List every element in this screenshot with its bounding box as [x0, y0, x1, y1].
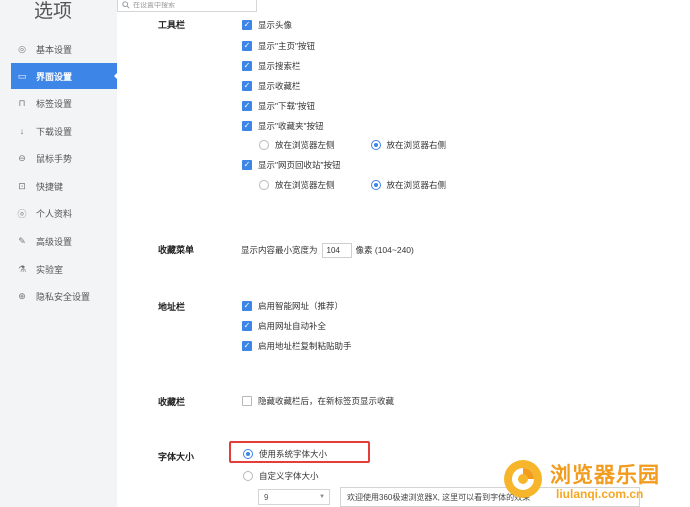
section-favbar-label: 收藏栏 — [158, 397, 186, 407]
checkbox-address-row[interactable]: ✓ 启用智能网址（推荐） — [242, 299, 343, 313]
checkbox-toolbar-option[interactable]: ✓ — [242, 81, 252, 91]
sidebar-item-label: 实验室 — [36, 264, 64, 275]
checkbox-favbar-row[interactable]: 隐藏收藏栏后，在新标签页显示收藏 — [242, 394, 394, 408]
fav-menu-prefix: 显示内容最小宽度为 — [241, 245, 318, 255]
custom-font-label: 自定义字体大小 — [259, 471, 319, 481]
toolbar-option-label: 显示"收藏夹"按钮 — [258, 121, 324, 131]
sidebar-item-8[interactable]: ⚗ 实验室 — [11, 256, 117, 282]
fav-position-group: 放在浏览器左侧 放在浏览器右侧 — [259, 138, 446, 152]
mouse-icon: ⊖ — [18, 152, 26, 163]
checkbox-toolbar-row[interactable]: ✓ 显示"收藏夹"按钮 — [242, 119, 324, 133]
toolbar-option-label: 显示"下载"按钮 — [258, 101, 316, 111]
checkbox-toolbar-option[interactable]: ✓ — [242, 41, 252, 51]
sidebar-item-2[interactable]: ⊓ 标签设置 — [11, 90, 117, 116]
checkbox-favbar[interactable] — [242, 396, 252, 406]
sidebar-item-0[interactable]: ◎ 基本设置 — [11, 36, 117, 62]
checkbox-toolbar-row[interactable]: ✓ 显示收藏栏 — [242, 79, 301, 93]
radio-fav-left[interactable] — [259, 140, 269, 150]
search-icon — [122, 0, 130, 11]
sidebar-item-label: 鼠标手势 — [36, 153, 73, 164]
watermark: 浏览器乐园 liulanqi.com.cn — [502, 456, 690, 506]
fav-menu-suffix: 像素 (104~240) — [355, 245, 414, 255]
search-input[interactable] — [133, 2, 243, 9]
user-icon: ⓞ — [17, 208, 27, 219]
sidebar-item-label: 标签设置 — [36, 98, 73, 109]
checkbox-toolbar-row[interactable]: ✓ 显示"下载"按钮 — [242, 99, 315, 113]
keyboard-icon: ⊡ — [18, 180, 26, 191]
address-option-label: 启用地址栏复制粘贴助手 — [258, 341, 352, 351]
options-title: 选项 — [34, 1, 73, 22]
recycle-label: 显示"网页回收站"按钮 — [258, 160, 341, 170]
settings-icon: ◎ — [18, 43, 26, 54]
sidebar-item-label: 快捷键 — [36, 181, 64, 192]
checkbox-toolbar-row[interactable]: ✓ 显示头像 — [242, 18, 292, 32]
checkbox-toolbar-row[interactable]: ✓ 显示搜索栏 — [242, 59, 301, 73]
radio-custom-font[interactable] — [243, 471, 253, 481]
font-size-value: 9 — [264, 492, 269, 502]
radio-custom-font-row[interactable]: 自定义字体大小 — [243, 469, 319, 483]
sidebar-item-9[interactable]: ⊕ 隐私安全设置 — [11, 283, 117, 309]
checkbox-recycle-row[interactable]: ✓ 显示"网页回收站"按钮 — [242, 158, 341, 172]
settings-search[interactable] — [117, 0, 257, 12]
checkbox-address-option[interactable]: ✓ — [242, 341, 252, 351]
checkbox-address-row[interactable]: ✓ 启用地址栏复制粘贴助手 — [242, 339, 352, 353]
sidebar-item-label: 高级设置 — [36, 236, 73, 247]
address-option-label: 启用网址自动补全 — [258, 321, 327, 331]
sidebar-item-5[interactable]: ⊡ 快捷键 — [11, 173, 117, 199]
watermark-title: 浏览器乐园 — [550, 463, 660, 487]
toolbar-option-label: 显示搜索栏 — [258, 61, 301, 71]
checkbox-toolbar-row[interactable]: ✓ 显示"主页"按钮 — [242, 39, 315, 53]
sidebar-item-label: 隐私安全设置 — [36, 291, 91, 302]
tab-icon: ⊓ — [18, 97, 26, 108]
highlight-box — [229, 441, 370, 463]
sidebar-item-7[interactable]: ✎ 高级设置 — [11, 228, 117, 254]
sidebar-item-label: 下载设置 — [36, 126, 73, 137]
section-fav-menu-label: 收藏菜单 — [158, 245, 195, 255]
sidebar-item-label: 界面设置 — [36, 71, 73, 82]
checkbox-address-option[interactable]: ✓ — [242, 301, 252, 311]
sidebar-item-4[interactable]: ⊖ 鼠标手势 — [11, 145, 117, 171]
lab-icon: ⚗ — [17, 263, 27, 274]
toolbar-option-label: 显示收藏栏 — [258, 81, 301, 91]
wrench-icon: ✎ — [18, 235, 26, 246]
section-font-label: 字体大小 — [158, 452, 195, 462]
window-icon: ▭ — [17, 70, 27, 81]
checkbox-address-row[interactable]: ✓ 启用网址自动补全 — [242, 319, 326, 333]
sidebar-item-3[interactable]: ↓ 下载设置 — [11, 118, 117, 144]
checkbox-toolbar-option[interactable]: ✓ — [242, 121, 252, 131]
fav-menu-width-row: 显示内容最小宽度为 像素 (104~240) — [241, 242, 414, 258]
radio-recycle-left[interactable] — [259, 180, 269, 190]
recycle-left-label: 放在浏览器左侧 — [275, 180, 335, 190]
checkbox-toolbar-option[interactable]: ✓ — [242, 61, 252, 71]
shield-icon: ⊕ — [18, 290, 26, 301]
checkbox-recycle[interactable]: ✓ — [242, 160, 252, 170]
section-address-label: 地址栏 — [158, 302, 186, 312]
download-icon: ↓ — [19, 126, 25, 136]
fav-right-label: 放在浏览器右侧 — [386, 140, 447, 150]
toolbar-option-label: 显示头像 — [258, 20, 293, 30]
chevron-down-icon: ▼ — [319, 494, 325, 500]
fav-menu-width-input[interactable] — [321, 242, 352, 258]
sidebar-item-label: 基本设置 — [36, 44, 73, 55]
radio-recycle-right[interactable] — [370, 180, 381, 190]
favbar-label: 隐藏收藏栏后，在新标签页显示收藏 — [258, 396, 395, 406]
checkbox-toolbar-option[interactable]: ✓ — [242, 20, 252, 30]
toolbar-option-label: 显示"主页"按钮 — [258, 41, 316, 51]
recycle-right-label: 放在浏览器右侧 — [386, 180, 447, 190]
recycle-position-group: 放在浏览器左侧 放在浏览器右侧 — [259, 178, 446, 192]
sidebar-item-1[interactable]: ▭ 界面设置 — [11, 63, 117, 89]
watermark-logo-icon — [504, 460, 542, 498]
radio-fav-right[interactable] — [370, 140, 381, 150]
sidebar-item-6[interactable]: ⓞ 个人资料 — [11, 200, 117, 226]
fav-left-label: 放在浏览器左侧 — [275, 140, 335, 150]
checkbox-address-option[interactable]: ✓ — [242, 321, 252, 331]
checkbox-toolbar-option[interactable]: ✓ — [242, 101, 252, 111]
section-toolbar-label: 工具栏 — [158, 20, 186, 30]
address-option-label: 启用智能网址（推荐） — [258, 301, 344, 311]
font-size-select[interactable]: 9 ▼ — [258, 489, 330, 505]
sidebar: 选项 ◎ 基本设置 ▭ 界面设置 ⊓ 标签设置 ↓ 下载设置 ⊖ 鼠标手势 ⊡ 快捷键 ⓞ 个人资料 ✎ 高级… — [0, 0, 117, 507]
active-pointer — [114, 71, 119, 81]
watermark-url: liulanqi.com.cn — [556, 487, 644, 501]
sidebar-item-label: 个人资料 — [36, 208, 73, 219]
